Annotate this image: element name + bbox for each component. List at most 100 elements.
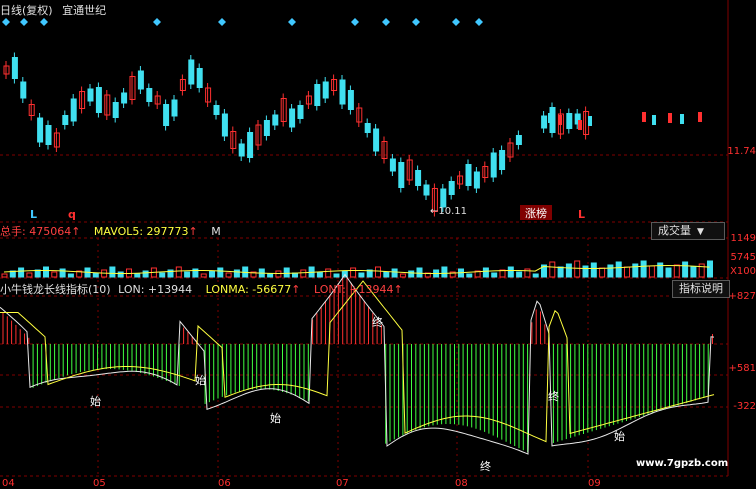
volume-bar	[26, 272, 33, 278]
candle-body	[322, 81, 329, 99]
volume-bar	[383, 271, 390, 278]
x-axis-label: 07	[336, 478, 349, 489]
indicator-help-button[interactable]: 指标说明	[672, 280, 730, 298]
volume-bar	[441, 266, 448, 278]
candle-body	[62, 115, 69, 125]
volume-dropdown-label: 成交量	[658, 224, 691, 237]
volume-bar	[350, 267, 357, 278]
candle-body	[642, 112, 646, 122]
volume-bar	[524, 268, 531, 278]
volume-bar	[574, 260, 581, 278]
signal-diamond-icon	[475, 18, 483, 26]
volume-bars	[1, 260, 713, 278]
chevron-down-icon: ▼	[697, 227, 704, 237]
candle-body	[652, 115, 656, 125]
volume-bar	[416, 267, 423, 278]
indicator-marker: 始	[270, 411, 281, 425]
volume-bar	[565, 263, 572, 278]
candle-body	[541, 115, 548, 129]
volume-bar	[333, 273, 340, 278]
volume-bar	[184, 271, 191, 278]
candle-body	[213, 105, 220, 115]
volume-bar	[300, 269, 307, 278]
indicator-marker: 始	[614, 429, 625, 443]
volume-indicator-dropdown[interactable]: 成交量 ▼	[651, 222, 725, 240]
candle-body	[171, 99, 178, 117]
volume-total: 总手: 475064	[0, 225, 72, 238]
volume-bar	[507, 266, 514, 278]
candle-body	[440, 188, 447, 208]
volume-bar	[217, 267, 224, 278]
signal-diamond-icon	[452, 18, 460, 26]
signal-diamond-icon	[153, 18, 161, 26]
candle-body	[272, 114, 279, 126]
candle-body	[163, 104, 170, 126]
candle-body	[558, 115, 562, 125]
candle-body	[515, 135, 522, 145]
price-tag: 涨榜	[525, 206, 547, 220]
indicator-stats: 小牛钱龙长线指标(10) LON: +13944 LONMA: -56677↑ …	[0, 281, 403, 297]
volume-bar	[283, 267, 290, 278]
indicator-lon: LON: +13944	[118, 283, 193, 296]
candle-body	[11, 57, 18, 79]
candle-body	[95, 87, 102, 113]
volume-bar	[358, 272, 365, 278]
candle-body	[238, 143, 245, 157]
volume-bar	[209, 270, 215, 278]
candle-body	[465, 164, 472, 186]
signal-diamond-icon	[351, 18, 359, 26]
volume-bar	[549, 261, 556, 278]
signal-diamonds	[2, 18, 483, 26]
candle-body	[263, 120, 270, 136]
volume-bar	[391, 268, 398, 278]
candle-body	[423, 184, 430, 196]
volume-mavol: MAVOL5: 297773	[93, 225, 189, 238]
indicator-marker: 始	[195, 373, 206, 387]
indicator-histogram	[2, 276, 713, 453]
signal-diamond-icon	[218, 18, 226, 26]
candle-body	[668, 113, 672, 123]
signal-diamond-icon	[382, 18, 390, 26]
indicator-marker: 终	[372, 315, 383, 329]
volume-bar	[673, 264, 680, 278]
candle-body	[20, 81, 27, 99]
price-letter: q	[68, 208, 76, 221]
volume-bar	[682, 261, 689, 278]
candle-body	[137, 70, 144, 90]
signal-diamond-icon	[2, 18, 10, 26]
candle-body	[347, 90, 354, 110]
volume-bar	[690, 266, 697, 278]
indicator-marker: 终	[548, 389, 559, 403]
lon-line	[0, 273, 715, 455]
candle-body	[473, 171, 480, 189]
volume-axis-label-mid: 5745	[730, 252, 756, 263]
price-letter: L	[578, 208, 585, 221]
watermark: www.7gpzb.com	[636, 458, 729, 469]
x-axis-label: 06	[218, 478, 231, 489]
volume-bar	[142, 270, 149, 278]
candle-body	[112, 102, 119, 118]
up-arrow-icon: ↑	[393, 283, 403, 296]
candle-body	[698, 112, 702, 122]
candle-body	[415, 170, 422, 186]
candle-body	[247, 132, 254, 158]
volume-bar	[59, 268, 66, 278]
volume-stats: 总手: 475064↑ MAVOL5: 297773↑ M	[0, 223, 221, 239]
candle-body	[289, 108, 296, 128]
volume-bar	[466, 273, 473, 278]
volume-bar	[225, 272, 232, 278]
volume-bar	[599, 267, 606, 278]
candle-body	[314, 84, 321, 106]
volume-bar	[109, 266, 116, 278]
indicator-marker: 终	[480, 459, 491, 473]
volume-bar	[134, 273, 141, 278]
up-arrow-icon: ↑	[291, 283, 301, 296]
x-axis-label: 08	[455, 478, 468, 489]
volume-bar	[67, 273, 74, 278]
volume-bar	[491, 272, 498, 278]
indicator-axis-label-mid: +581	[728, 363, 756, 374]
candle-body	[389, 158, 396, 172]
volume-bar	[275, 270, 282, 278]
x-axis-label: 05	[93, 478, 106, 489]
x-axis-label: 09	[588, 478, 601, 489]
